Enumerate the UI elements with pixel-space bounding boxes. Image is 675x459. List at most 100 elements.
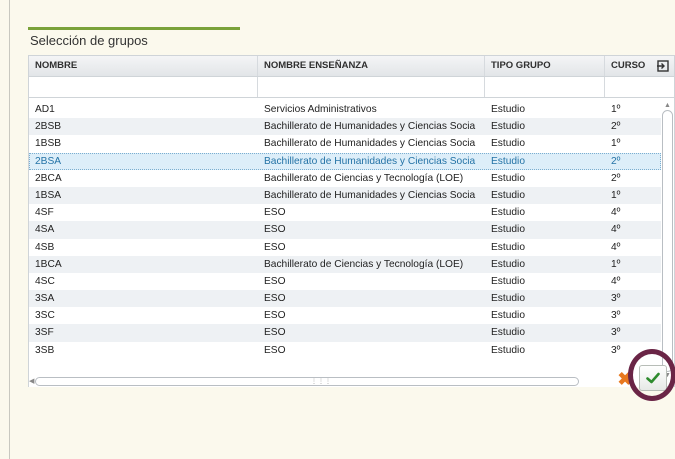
tipo-grupo-cell: Estudio [491,258,525,270]
nombre-cell: 3SA [35,293,55,305]
scroll-grip-icon: ⋮⋮⋮ [311,379,332,385]
tipo-grupo-cell: Estudio [491,207,525,219]
tipo-grupo-cell: Estudio [491,104,525,115]
groups-grid: NOMBRE NOMBRE ENSEÑANZA TIPO GRUPO CURSO [28,55,675,387]
curso-cell: 2º [611,172,621,184]
nombre-cell: 3SF [35,327,54,339]
nombre-ensenanza-cell: Bachillerato de Humanidades y Ciencias S… [264,138,476,150]
nombre-cell: 2BCA [35,172,62,184]
curso-cell: 3º [611,344,621,356]
curso-cell: 1º [611,258,621,270]
nombre-ensenanza-cell: ESO [264,293,286,305]
table-row[interactable]: 2BSB Bachillerato de Humanidades y Cienci… [29,118,661,136]
curso-cell: 3º [611,293,621,305]
filter-nombre-ensenanza-input[interactable] [258,78,484,97]
table-row[interactable]: 1BSB Bachillerato de Humanidades y Cienci… [29,135,661,152]
filter-cell [29,77,258,97]
curso-cell: 3º [611,310,621,322]
nombre-cell: AD1 [35,104,55,115]
curso-cell: 3º [611,327,621,339]
nombre-ensenanza-cell: Bachillerato de Humanidades y Ciencias S… [264,189,476,201]
table-row[interactable]: 4SB ESO Estudio 4º [29,239,661,256]
nombre-ensenanza-cell: ESO [264,275,286,287]
table-row[interactable]: 1BSA Bachillerato de Humanidades y Cienci… [29,186,661,205]
filter-cell [605,77,674,97]
nombre-cell: 1BSB [35,138,62,150]
nombre-ensenanza-cell: ESO [264,327,286,339]
curso-cell: 4º [611,275,621,287]
curso-cell: 1º [611,104,621,115]
left-divider [9,0,10,459]
nombre-cell: 4SB [35,241,55,253]
nombre-ensenanza-cell: ESO [264,241,286,253]
nombre-cell: 2BSA [35,155,62,167]
nombre-ensenanza-cell: ESO [264,207,286,219]
curso-cell: 2º [611,155,621,167]
nombre-cell: 1BSA [35,189,62,201]
column-header-nombre-ensenanza[interactable]: NOMBRE ENSEÑANZA [258,56,485,76]
filter-row [29,77,674,98]
nombre-ensenanza-cell: ESO [264,310,286,322]
check-icon [646,372,660,384]
tipo-grupo-cell: Estudio [491,293,525,305]
nombre-cell: 4SC [35,275,55,287]
nombre-cell: 3SB [35,344,55,356]
table-row[interactable]: 2BCA Bachillerato de Ciencias y Tecnologí… [29,170,661,187]
tipo-grupo-cell: Estudio [491,310,525,322]
tipo-grupo-cell: Estudio [491,241,525,253]
tipo-grupo-cell: Estudio [491,275,525,287]
tipo-grupo-cell: Estudio [491,224,525,236]
tipo-grupo-cell: Estudio [491,327,525,339]
filter-tipo-grupo-input[interactable] [485,78,604,97]
tipo-grupo-cell: Estudio [491,138,525,150]
nombre-cell: 3SC [35,310,55,322]
filter-curso-input[interactable] [605,78,674,97]
nombre-cell: 2BSB [35,121,62,133]
table-row[interactable]: 2BSA Bachillerato de Humanidades y Cienci… [29,152,661,170]
curso-cell: 4º [611,207,621,219]
curso-cell: 1º [611,138,621,150]
nombre-cell: 4SF [35,207,54,219]
horizontal-scroll-thumb[interactable]: ⋮⋮⋮ [35,377,579,386]
export-icon[interactable] [656,59,670,73]
tipo-grupo-cell: Estudio [491,189,525,201]
column-header-nombre[interactable]: NOMBRE [29,56,258,76]
tipo-grupo-cell: Estudio [491,172,525,184]
nombre-ensenanza-cell: ESO [264,344,286,356]
vertical-scroll-thumb[interactable] [662,110,673,372]
accept-button[interactable] [639,365,667,391]
group-selection-dialog: Selección de grupos NOMBRE NOMBRE ENSEÑA… [28,27,675,459]
nombre-ensenanza-cell: ESO [264,224,286,236]
nombre-ensenanza-cell: Bachillerato de Humanidades y Ciencias S… [264,155,476,167]
tipo-grupo-cell: Estudio [491,344,525,356]
table-row[interactable]: 1BCA Bachillerato de Ciencias y Tecnologí… [29,255,661,273]
table-row[interactable]: 4SC ESO Estudio 4º [29,273,661,290]
table-row[interactable]: AD1 Servicios Administrativos Estudio 1º [29,101,661,118]
scroll-up-icon[interactable]: ▲ [663,101,672,110]
filter-cell [258,77,485,97]
table-row[interactable]: 4SA ESO Estudio 4º [29,221,661,239]
vertical-scrollbar[interactable]: ▲ ▼ [661,101,674,379]
close-icon: ✖ [617,369,633,389]
filter-nombre-input[interactable] [29,78,257,97]
grid-rows: AD1 Servicios Administrativos Estudio 1º 2BS… [29,101,661,359]
table-row[interactable]: 3SF ESO Estudio 3º [29,324,661,342]
table-row[interactable]: 3SC ESO Estudio 3º [29,307,661,324]
table-row[interactable]: 3SB ESO Estudio 3º [29,342,661,359]
nombre-ensenanza-cell: Bachillerato de Ciencias y Tecnología (L… [264,258,464,270]
table-row[interactable]: 4SF ESO Estudio 4º [29,204,661,221]
curso-cell: 4º [611,224,621,236]
tipo-grupo-cell: Estudio [491,155,525,167]
column-header-tipo-grupo[interactable]: TIPO GRUPO [485,56,605,76]
horizontal-scrollbar[interactable]: ◀ ⋮⋮⋮ [29,377,661,387]
curso-cell: 2º [611,121,621,133]
nombre-cell: 4SA [35,224,55,236]
nombre-cell: 1BCA [35,258,62,270]
filter-cell [485,77,605,97]
dialog-title: Selección de grupos [30,33,148,48]
curso-cell: 1º [611,189,621,201]
tipo-grupo-cell: Estudio [491,121,525,133]
cancel-button[interactable]: ✖ [614,368,636,390]
table-row[interactable]: 3SA ESO Estudio 3º [29,290,661,308]
nombre-ensenanza-cell: Bachillerato de Humanidades y Ciencias S… [264,121,476,133]
